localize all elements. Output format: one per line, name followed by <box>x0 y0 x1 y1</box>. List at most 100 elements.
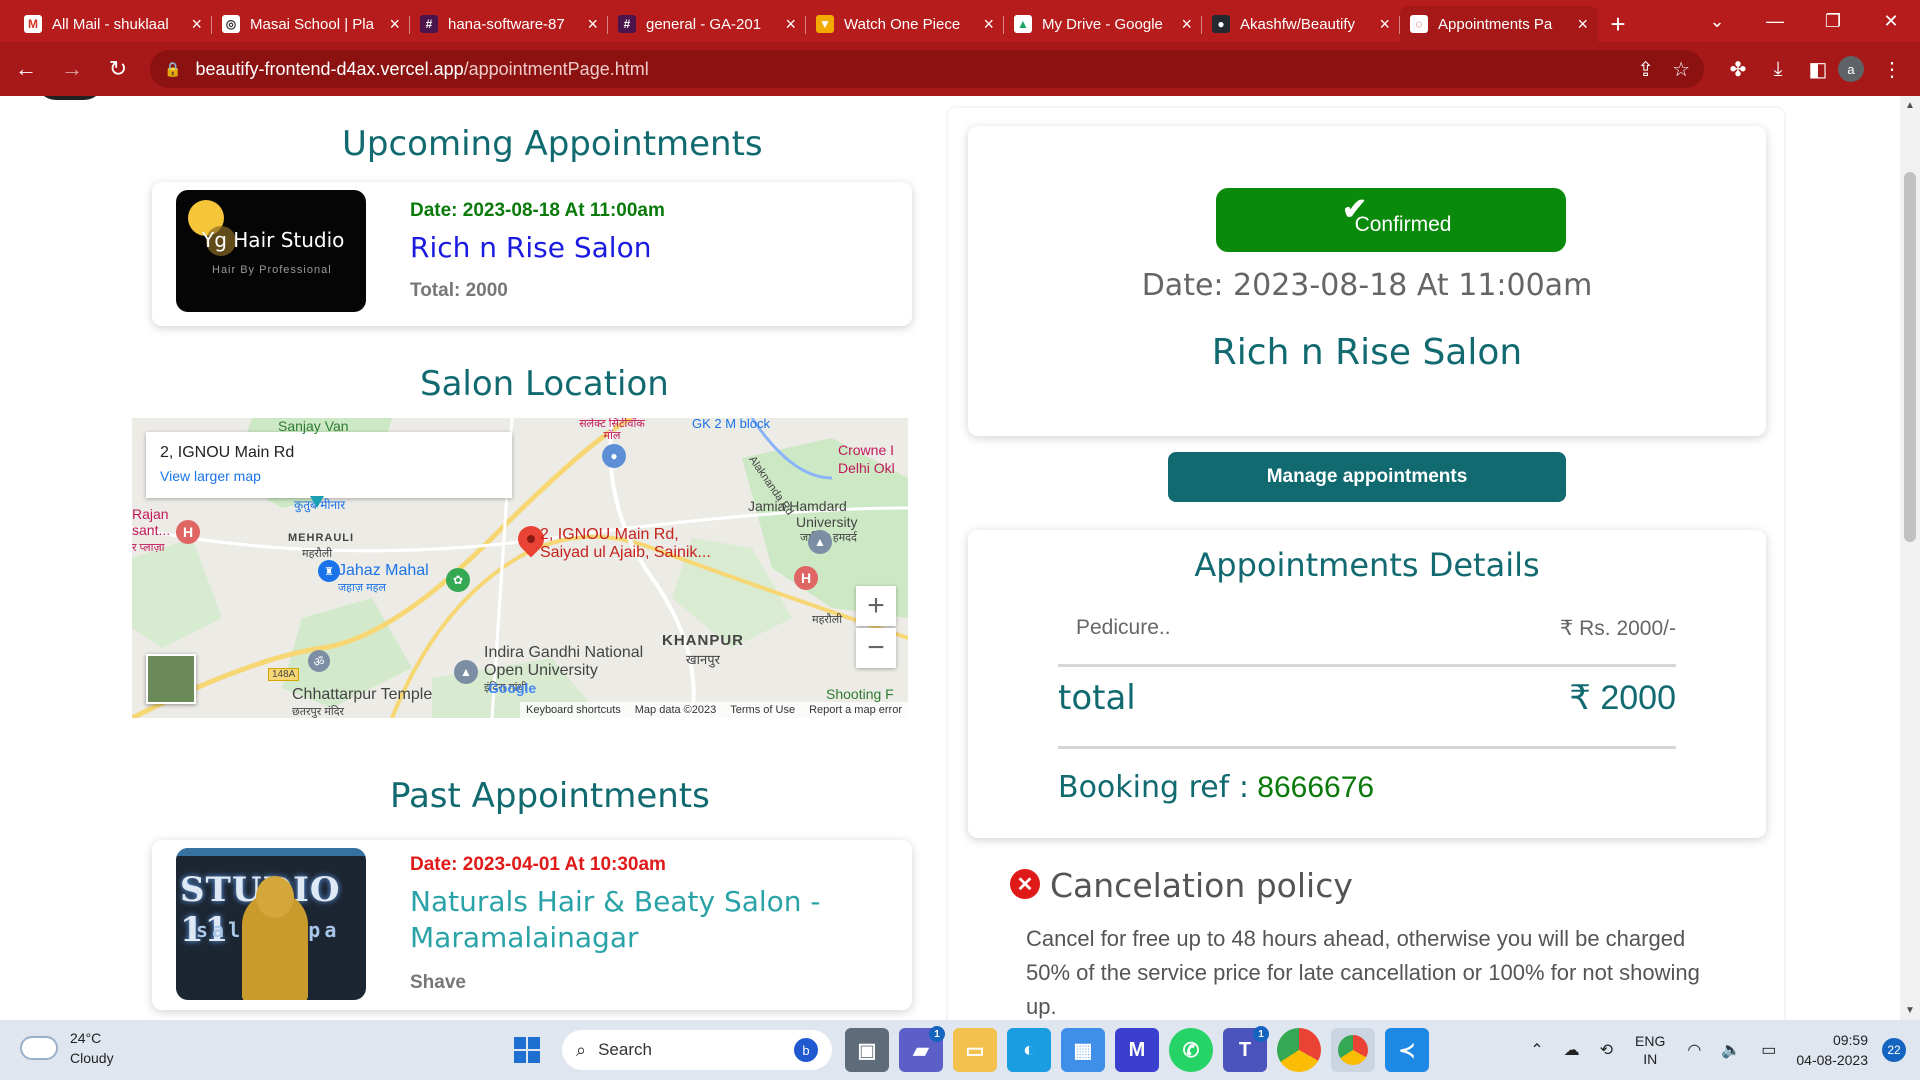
scroll-thumb[interactable] <box>1904 172 1916 542</box>
confirmed-status-badge: ✔ Confirmed <box>1216 188 1566 252</box>
notification-count-badge[interactable]: 22 <box>1882 1038 1906 1062</box>
map-label: Indira Gandhi National <box>484 644 644 661</box>
university-poi-icon[interactable]: ▲ <box>808 530 832 554</box>
tab-close-icon[interactable]: × <box>389 15 400 33</box>
page-scrollbar[interactable]: ▲ ▼ <box>1900 96 1920 1020</box>
extensions-icon[interactable]: ✤ <box>1718 57 1758 82</box>
onedrive-warning-icon[interactable]: ☁ <box>1564 1040 1580 1060</box>
bookmark-star-icon[interactable]: ☆ <box>1672 57 1690 82</box>
teams-icon[interactable]: T1 <box>1223 1026 1269 1072</box>
edge-icon[interactable]: ◐ <box>1007 1028 1051 1072</box>
google-map[interactable]: 2, IGNOU Main Rd View larger map Sanjay … <box>132 418 908 718</box>
wifi-icon[interactable]: ◠ <box>1687 1040 1701 1060</box>
tab-close-icon[interactable]: × <box>983 15 994 33</box>
tab-close-icon[interactable]: × <box>587 15 598 33</box>
upcoming-appointment-card[interactable]: Yg Hair Studio Hair By Professional Date… <box>152 182 912 326</box>
restore-button[interactable]: ❐ <box>1804 0 1862 42</box>
browser-tab[interactable]: ◎ Masai School | Pla × <box>212 6 410 42</box>
hospital-poi-icon[interactable]: H <box>794 566 818 590</box>
whatsapp-icon[interactable]: ✆ <box>1169 1028 1213 1072</box>
shopping-poi-icon[interactable]: ● <box>602 444 626 468</box>
browser-tab[interactable]: M All Mail - shuklaal × <box>14 6 212 42</box>
zoom-in-button[interactable]: + <box>856 586 896 626</box>
site-logo[interactable] <box>36 96 104 100</box>
close-window-button[interactable]: ✕ <box>1862 0 1920 42</box>
hospital-poi-icon[interactable]: H <box>176 520 200 544</box>
new-tab-button[interactable]: + <box>1598 6 1638 42</box>
zoom-out-button[interactable]: − <box>856 628 896 668</box>
temple-poi-icon[interactable]: ॐ <box>308 650 330 672</box>
reload-button[interactable]: ↻ <box>98 49 138 89</box>
chrome-active-icon[interactable] <box>1331 1028 1375 1072</box>
chrome-icon[interactable] <box>1277 1028 1321 1072</box>
manage-appointments-button[interactable]: Manage appointments <box>1168 452 1566 502</box>
forward-button[interactable]: → <box>52 49 92 89</box>
tab-close-icon[interactable]: × <box>1181 15 1192 33</box>
start-button[interactable] <box>505 1028 549 1072</box>
university-poi-icon[interactable]: ▲ <box>454 660 478 684</box>
clock[interactable]: 09:59 04-08-2023 <box>1796 1030 1868 1070</box>
past-salon-name[interactable]: Naturals Hair & Beaty Salon - Maramalain… <box>410 884 830 956</box>
browser-tab[interactable]: ▼ Watch One Piece × <box>806 6 1004 42</box>
total-label: total <box>1058 678 1136 718</box>
volume-icon[interactable]: 🔈 <box>1721 1040 1741 1060</box>
scroll-up-arrow[interactable]: ▲ <box>1900 100 1920 111</box>
tab-title: Appointments Pa <box>1438 15 1553 33</box>
back-button[interactable]: ← <box>6 49 46 89</box>
tab-close-icon[interactable]: × <box>1379 15 1390 33</box>
service-line-item: Pedicure.. ₹ Rs. 2000/- <box>1058 616 1676 641</box>
terms-of-use-link[interactable]: Terms of Use <box>730 704 795 716</box>
view-larger-map-link[interactable]: View larger map <box>160 468 498 484</box>
total-row: total ₹ 2000 <box>1058 678 1676 718</box>
past-service: Shave <box>410 972 466 993</box>
side-panel-icon[interactable]: ◧ <box>1798 57 1838 82</box>
map-label: University <box>796 514 858 530</box>
battery-icon[interactable]: ▭ <box>1761 1040 1776 1060</box>
tab-search-icon[interactable]: ⌄ <box>1688 0 1746 42</box>
keyboard-shortcuts-link[interactable]: Keyboard shortcuts <box>526 704 621 716</box>
browser-tab[interactable]: ▲ My Drive - Google × <box>1004 6 1202 42</box>
tab-title: Masai School | Pla <box>250 15 374 33</box>
service-price: ₹ Rs. 2000/- <box>1559 617 1676 640</box>
vscode-icon[interactable]: ≺ <box>1385 1028 1429 1072</box>
teams-chat-icon[interactable]: ▰ 1 <box>899 1026 945 1072</box>
report-map-error-link[interactable]: Report a map error <box>809 704 902 716</box>
file-explorer-icon[interactable]: ▭ <box>953 1028 997 1072</box>
taskbar-search[interactable]: ⌕ Search b <box>562 1030 832 1070</box>
sync-icon[interactable]: ⟲ <box>1600 1040 1613 1060</box>
share-icon[interactable]: ⇪ <box>1637 57 1654 82</box>
total-value: ₹ 2000 <box>1569 679 1676 717</box>
visual-studio-icon[interactable]: M <box>1115 1028 1159 1072</box>
park-poi-icon[interactable]: ✿ <box>446 568 470 592</box>
minimize-button[interactable]: — <box>1746 0 1804 42</box>
task-view-icon[interactable]: ▣ <box>845 1028 889 1072</box>
monument-poi-icon[interactable]: ♜ <box>318 560 340 582</box>
download-icon[interactable]: ⤓ <box>1758 58 1798 81</box>
tab-favicon-icon: M <box>24 15 42 33</box>
windows-taskbar: 24°C Cloudy ⌕ Search b ▣ ▰ 1 ▭ ◐ ▦ M ✆ T1… <box>0 1020 1920 1080</box>
booking-ref-row: Booking ref : 8666676 <box>1058 770 1374 805</box>
tab-close-icon[interactable]: × <box>785 15 796 33</box>
past-appointment-card[interactable]: STUDIO 11 salon spa Date: 2023-04-01 At … <box>152 840 912 1010</box>
profile-avatar[interactable]: a <box>1838 56 1864 82</box>
scroll-down-arrow[interactable]: ▼ <box>1900 1005 1920 1016</box>
menu-kebab-icon[interactable]: ⋮ <box>1872 57 1912 82</box>
store-icon[interactable]: ▦ <box>1061 1028 1105 1072</box>
upcoming-salon-name[interactable]: Rich n Rise Salon <box>410 230 651 266</box>
browser-tab[interactable]: # general - GA-201 × <box>608 6 806 42</box>
tab-strip: M All Mail - shuklaal × ◎ Masai School | Pla… <box>0 0 1920 42</box>
tab-close-icon[interactable]: × <box>1577 15 1588 33</box>
map-label: GK 2 M block <box>692 418 771 431</box>
clock-time: 09:59 <box>1832 1032 1868 1048</box>
satellite-view-toggle[interactable] <box>146 654 196 704</box>
tab-close-icon[interactable]: × <box>191 15 202 33</box>
map-label: Chhattarpur Temple <box>292 686 433 703</box>
browser-tab[interactable]: # hana-software-87 × <box>410 6 608 42</box>
browser-tab[interactable]: ◌ Appointments Pa × <box>1400 6 1598 42</box>
browser-tab[interactable]: ● Akashfw/Beautify × <box>1202 6 1400 42</box>
show-hidden-icons-chevron[interactable]: ⌃ <box>1530 1040 1543 1060</box>
bing-icon[interactable]: b <box>794 1038 818 1062</box>
language-indicator[interactable]: ENG IN <box>1635 1032 1665 1068</box>
weather-widget[interactable]: 24°C Cloudy <box>22 1028 114 1068</box>
url-bar[interactable]: 🔒 beautify-frontend-d4ax.vercel.app/appo… <box>150 50 1704 88</box>
